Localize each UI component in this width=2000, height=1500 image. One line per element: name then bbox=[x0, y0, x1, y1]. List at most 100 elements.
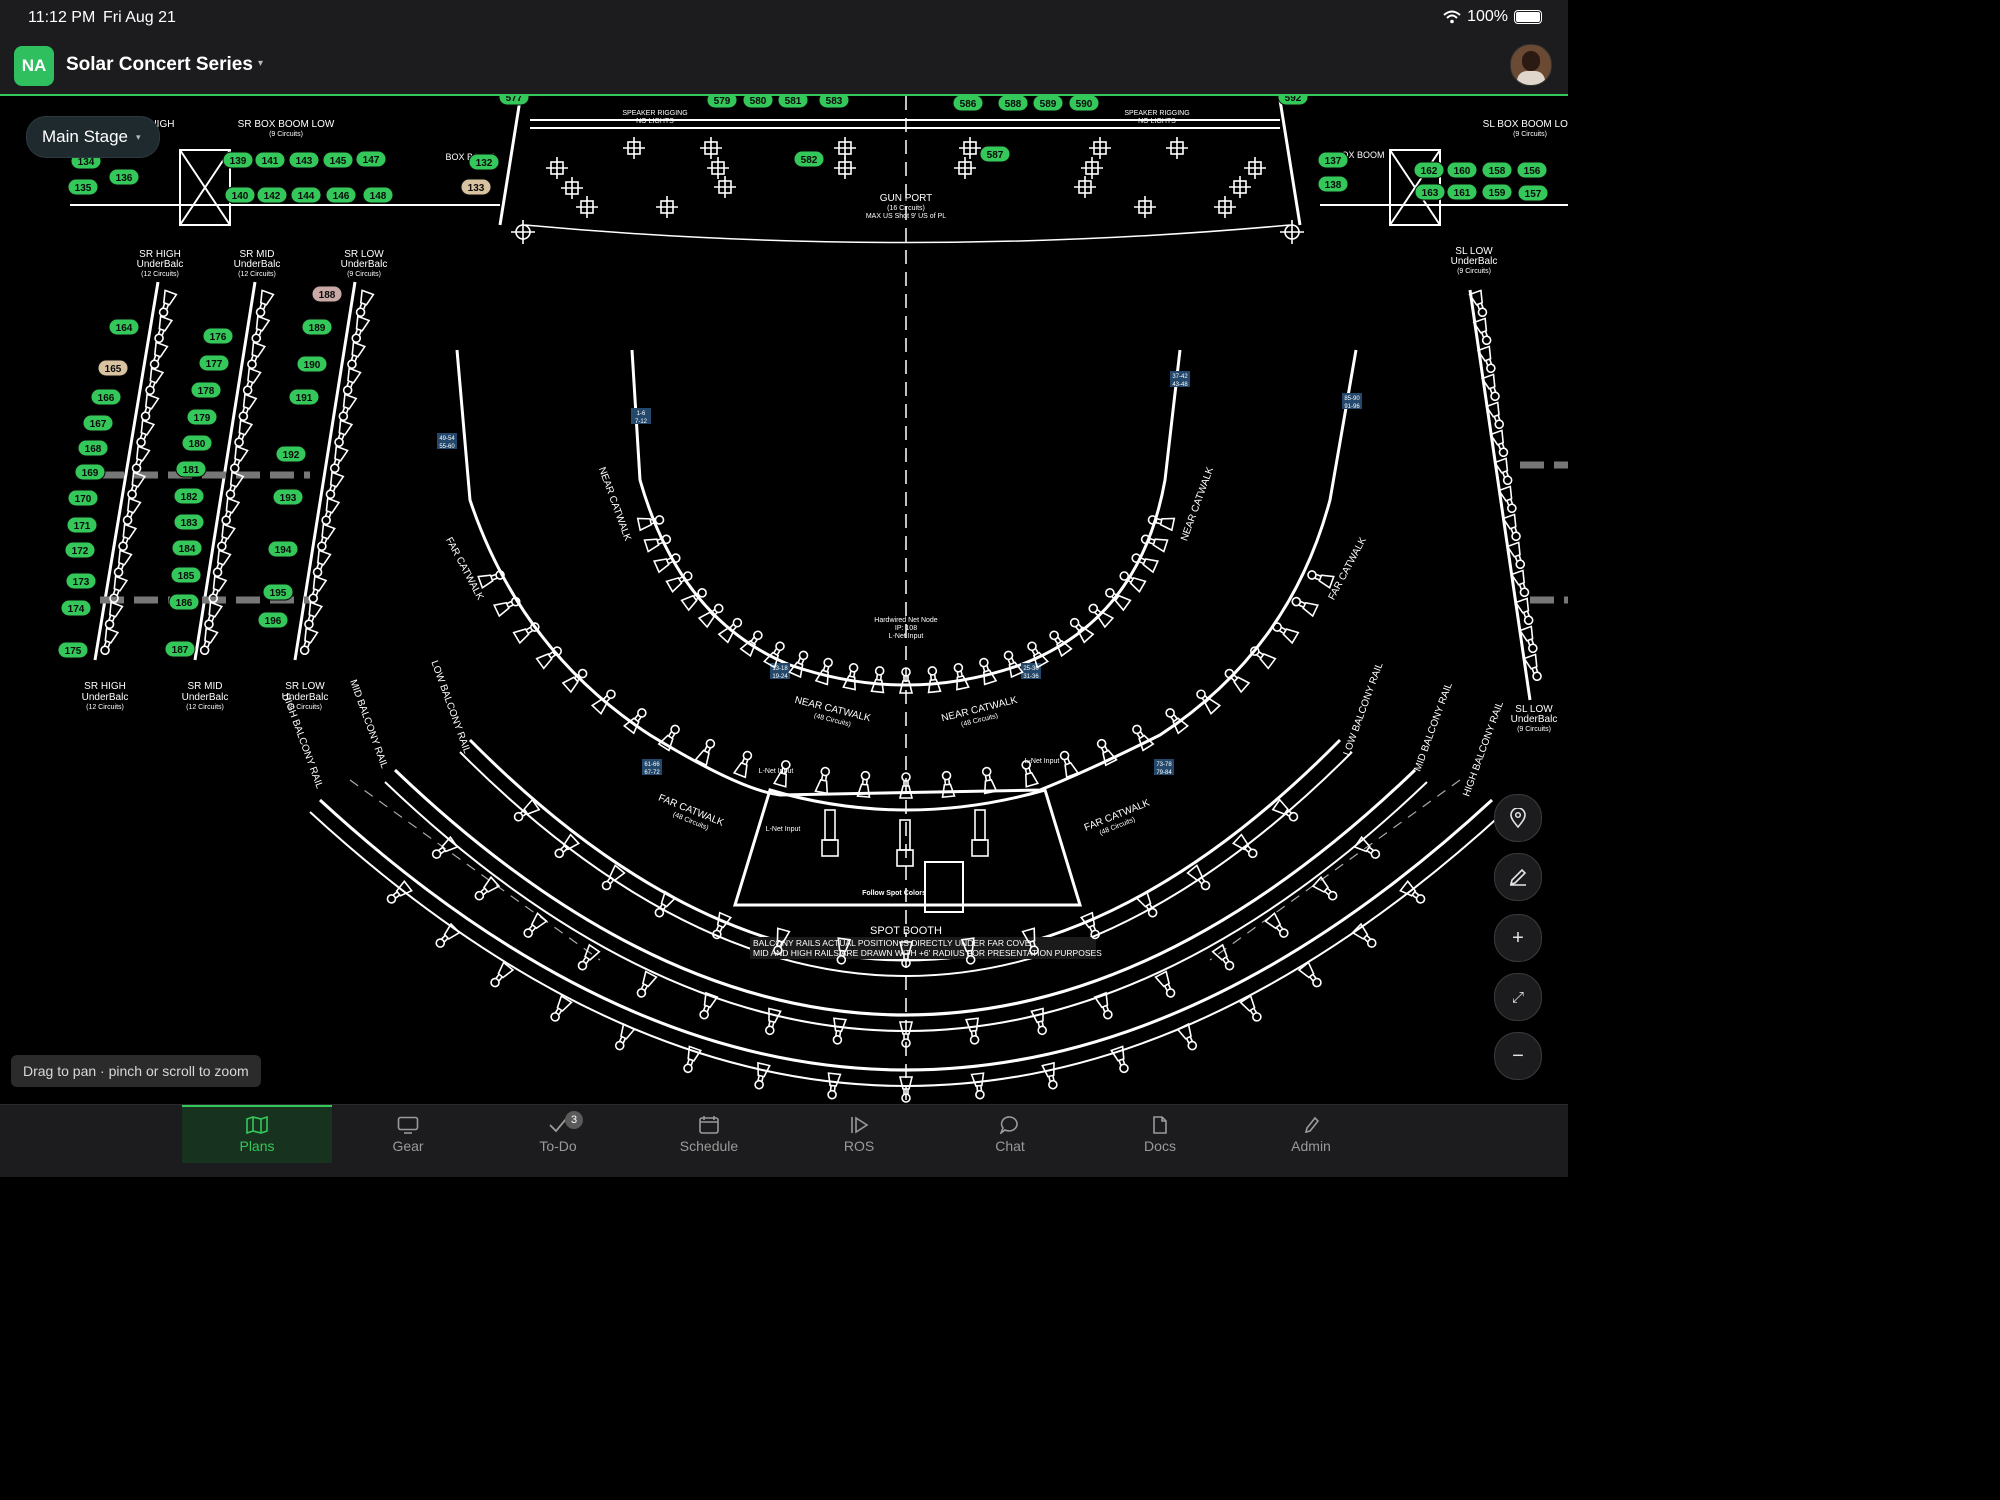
fixture-symbol[interactable] bbox=[926, 666, 942, 694]
crosshair-fixture[interactable] bbox=[623, 137, 645, 159]
fixture-symbol[interactable] bbox=[752, 1061, 771, 1090]
fixture-symbol[interactable] bbox=[319, 497, 341, 526]
crosshair-fixture[interactable] bbox=[834, 157, 856, 179]
fixture-symbol[interactable] bbox=[1290, 594, 1319, 618]
fixture-pin-164[interactable]: 164 bbox=[108, 318, 140, 336]
fixture-pin-172[interactable]: 172 bbox=[64, 541, 96, 559]
fixture-pin-165[interactable]: 165 bbox=[97, 359, 129, 377]
fixture-symbol[interactable] bbox=[112, 549, 133, 578]
fixture-symbol[interactable] bbox=[1154, 970, 1178, 1000]
fixture-pin-582[interactable]: 582 bbox=[793, 150, 825, 168]
fixture-symbol[interactable] bbox=[1176, 1022, 1200, 1052]
fixture-symbol[interactable] bbox=[1186, 864, 1213, 892]
fixture-pin-579[interactable]: 579 bbox=[706, 96, 738, 109]
crosshair-fixture[interactable] bbox=[834, 137, 856, 159]
fixture-pin-143[interactable]: 143 bbox=[288, 151, 320, 169]
edit-button[interactable] bbox=[1494, 853, 1542, 901]
fixture-symbol[interactable] bbox=[694, 737, 718, 767]
fixture-symbol[interactable] bbox=[980, 766, 998, 795]
chevron-down-icon[interactable]: ▾ bbox=[258, 58, 263, 69]
org-badge[interactable]: NA bbox=[14, 46, 54, 86]
fixture-pin-162[interactable]: 162 bbox=[1413, 161, 1445, 179]
fixture-pin-187[interactable]: 187 bbox=[164, 640, 196, 658]
crosshair-fixture[interactable] bbox=[707, 157, 729, 179]
fixture-symbol[interactable] bbox=[1058, 750, 1080, 779]
fixture-symbol[interactable] bbox=[1351, 922, 1379, 950]
fixture-symbol[interactable] bbox=[1306, 568, 1335, 590]
fixture-symbol[interactable] bbox=[1271, 620, 1300, 645]
fixture-pin-580[interactable]: 580 bbox=[742, 96, 774, 109]
fixture-pin-173[interactable]: 173 bbox=[65, 572, 97, 590]
fixture-symbol[interactable] bbox=[134, 419, 156, 448]
fixture-pin-589[interactable]: 589 bbox=[1032, 96, 1064, 112]
fixture-symbol[interactable] bbox=[493, 594, 522, 618]
fixture-pin-182[interactable]: 182 bbox=[173, 487, 205, 505]
tab-docs[interactable]: Docs bbox=[1085, 1107, 1235, 1163]
fixture-pin-189[interactable]: 189 bbox=[301, 318, 333, 336]
fixture-symbol[interactable] bbox=[1311, 875, 1340, 903]
fixture-pin-178[interactable]: 178 bbox=[190, 381, 222, 399]
fixture-pin-168[interactable]: 168 bbox=[77, 439, 109, 457]
fixture-symbol[interactable] bbox=[315, 523, 336, 552]
fixture-pin-141[interactable]: 141 bbox=[254, 151, 286, 169]
fixture-symbol[interactable] bbox=[241, 367, 262, 396]
fixture-symbol[interactable] bbox=[254, 289, 275, 318]
fixture-symbol[interactable] bbox=[306, 575, 328, 604]
fixture-pin-142[interactable]: 142 bbox=[256, 186, 288, 204]
tab-admin[interactable]: Admin bbox=[1236, 1107, 1386, 1163]
lighting-plan-drawing[interactable]: SPEAKER RIGGINGNO LIGHTSSPEAKER RIGGINGN… bbox=[0, 96, 1568, 1104]
fixture-pin-163[interactable]: 163 bbox=[1414, 183, 1446, 201]
fixture-pin-179[interactable]: 179 bbox=[186, 408, 218, 426]
fixture-pin-586[interactable]: 586 bbox=[952, 96, 984, 112]
fixture-pin-581[interactable]: 581 bbox=[777, 96, 809, 109]
crosshair-fixture[interactable] bbox=[546, 157, 568, 179]
lighting-plan-canvas[interactable]: SPEAKER RIGGING NO LIGHTS SPEAKER RIGGING N… bbox=[0, 96, 1568, 1104]
fixture-pin-183[interactable]: 183 bbox=[173, 513, 205, 531]
follow-spot[interactable] bbox=[821, 809, 839, 857]
fixture-symbol[interactable] bbox=[345, 341, 367, 370]
fixture-symbol[interactable] bbox=[472, 875, 501, 903]
fixture-pin-135[interactable]: 135 bbox=[67, 178, 99, 196]
fixture-symbol[interactable] bbox=[788, 649, 810, 679]
fixture-symbol[interactable] bbox=[143, 367, 165, 396]
fixture-pin-180[interactable]: 180 bbox=[181, 434, 213, 452]
fixture-symbol[interactable] bbox=[1399, 879, 1427, 906]
fixture-symbol[interactable] bbox=[219, 497, 241, 526]
crosshair-fixture[interactable] bbox=[1081, 157, 1103, 179]
fixture-pin-148[interactable]: 148 bbox=[362, 186, 394, 204]
fixture-pin-137[interactable]: 137 bbox=[1317, 151, 1349, 169]
fixture-symbol[interactable] bbox=[561, 666, 590, 694]
fixture-pin-196[interactable]: 196 bbox=[257, 611, 289, 629]
fixture-symbol[interactable] bbox=[599, 864, 626, 892]
fixture-symbol[interactable] bbox=[965, 1017, 981, 1045]
fixture-pin-159[interactable]: 159 bbox=[1481, 183, 1513, 201]
crosshair-fixture[interactable] bbox=[1134, 196, 1156, 218]
fixture-symbol[interactable] bbox=[1248, 644, 1277, 670]
fixture-symbol[interactable] bbox=[657, 723, 683, 752]
fixture-pin-175[interactable]: 175 bbox=[57, 641, 89, 659]
fixture-symbol[interactable] bbox=[575, 943, 601, 972]
fixture-pin-136[interactable]: 136 bbox=[108, 168, 140, 186]
fixture-symbol[interactable] bbox=[1211, 943, 1237, 972]
tab-todo[interactable]: 3 To-Do bbox=[483, 1107, 633, 1163]
crosshair-fixture[interactable] bbox=[1244, 157, 1266, 179]
fixture-symbol[interactable] bbox=[245, 341, 267, 370]
fixture-pin-592[interactable]: 592 bbox=[1277, 96, 1309, 106]
crosshair-fixture[interactable] bbox=[714, 176, 736, 198]
crosshair-fixture[interactable] bbox=[1229, 176, 1251, 198]
fixture-symbol[interactable] bbox=[328, 445, 349, 474]
fixture-pin-170[interactable]: 170 bbox=[67, 489, 99, 507]
crosshair-fixture[interactable] bbox=[1074, 176, 1096, 198]
fixture-symbol[interactable] bbox=[1001, 649, 1024, 679]
fixture-pin-190[interactable]: 190 bbox=[296, 355, 328, 373]
fixture-symbol[interactable] bbox=[1239, 994, 1265, 1024]
tab-chat[interactable]: Chat bbox=[935, 1107, 1085, 1163]
zoom-out-button[interactable]: − bbox=[1494, 1032, 1542, 1080]
tab-ros[interactable]: ROS bbox=[784, 1107, 934, 1163]
fixture-symbol[interactable] bbox=[349, 315, 371, 344]
fixture-symbol[interactable] bbox=[870, 666, 886, 694]
fixture-pin-185[interactable]: 185 bbox=[170, 566, 202, 584]
fixture-pin-192[interactable]: 192 bbox=[275, 445, 307, 463]
fixture-symbol[interactable] bbox=[898, 772, 914, 799]
fixture-pin-160[interactable]: 160 bbox=[1446, 161, 1478, 179]
